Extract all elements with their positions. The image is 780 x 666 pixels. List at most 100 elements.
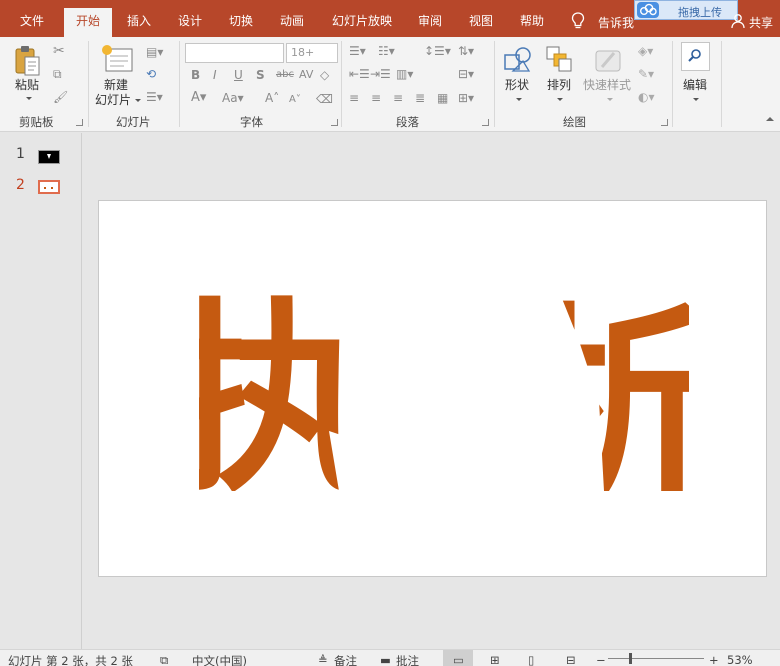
layout-icon[interactable]: ▤▾: [146, 45, 163, 59]
zoom-slider-thumb[interactable]: [629, 653, 632, 664]
shapes-icon[interactable]: [503, 45, 533, 73]
text-direction-icon[interactable]: ⇅▾: [458, 44, 474, 58]
new-slide-icon[interactable]: [100, 44, 134, 74]
shadow-button[interactable]: S: [256, 68, 265, 82]
character-spacing-button[interactable]: AV: [299, 68, 313, 82]
paste-button-label[interactable]: 粘贴: [15, 78, 39, 92]
strikethrough-button[interactable]: abc: [276, 68, 294, 82]
zoom-slider-track[interactable]: [608, 658, 704, 659]
spelling-check-icon[interactable]: ⧉: [160, 653, 168, 666]
new-slide-label-line2[interactable]: 幻灯片: [95, 93, 131, 107]
slide-thumbnail-2[interactable]: [38, 180, 60, 194]
tell-me-label[interactable]: 告诉我: [598, 14, 634, 31]
shape-outline-icon[interactable]: ✎▾: [638, 67, 654, 81]
distributed-icon[interactable]: ▦: [437, 91, 448, 105]
font-size-combo[interactable]: 18+: [286, 43, 338, 63]
drawing-launcher[interactable]: [661, 119, 668, 126]
align-center-icon[interactable]: ≡: [371, 91, 381, 105]
slide-character-right[interactable]: 析: [514, 287, 719, 525]
slide-count-status: 幻灯片 第 2 张，共 2 张: [8, 654, 133, 666]
font-name-combo[interactable]: [185, 43, 284, 63]
comments-button[interactable]: 批注: [396, 653, 419, 666]
cloud-icon: [637, 2, 659, 18]
decrease-indent-icon[interactable]: ⇤☰: [349, 67, 370, 81]
upload-button[interactable]: 拖拽上传: [634, 0, 738, 20]
zoom-level[interactable]: 53%: [727, 653, 753, 666]
shrink-font-icon[interactable]: A˅: [289, 93, 301, 107]
align-right-icon[interactable]: ≡: [393, 91, 403, 105]
new-slide-dropdown-caret[interactable]: [135, 99, 141, 102]
slide-sorter-icon[interactable]: ⊞: [490, 653, 500, 666]
tab-slideshow[interactable]: 幻灯片放映: [323, 8, 401, 37]
reset-icon[interactable]: ⟲: [146, 67, 156, 81]
italic-button[interactable]: I: [213, 68, 217, 82]
lightbulb-icon[interactable]: [571, 12, 585, 30]
tab-insert[interactable]: 插入: [115, 8, 163, 37]
zoom-in-button[interactable]: +: [709, 653, 719, 666]
clear-format-icon[interactable]: ◇: [320, 68, 329, 82]
normal-view-icon: ▭: [453, 653, 464, 666]
underline-button[interactable]: U: [234, 68, 243, 82]
share-label[interactable]: 共享: [749, 14, 773, 31]
eraser-icon[interactable]: ⌫: [316, 92, 333, 106]
paste-dropdown-caret[interactable]: [26, 97, 32, 100]
language-status[interactable]: 中文(中国): [192, 653, 247, 666]
tab-design[interactable]: 设计: [166, 8, 214, 37]
quick-styles-caret[interactable]: [607, 98, 613, 101]
notes-icon[interactable]: ≜: [318, 653, 328, 666]
arrange-button-label[interactable]: 排列: [547, 78, 571, 92]
notes-button[interactable]: 备注: [334, 653, 357, 666]
comments-icon[interactable]: ▬: [380, 653, 391, 666]
section-icon[interactable]: ☰▾: [146, 90, 163, 104]
tab-review[interactable]: 审阅: [406, 8, 454, 37]
paragraph-launcher[interactable]: [482, 119, 489, 126]
arrange-icon[interactable]: [545, 45, 573, 73]
collapse-ribbon-icon[interactable]: [766, 117, 774, 121]
reading-view-icon[interactable]: ▯: [528, 653, 534, 666]
format-painter-icon[interactable]: 🖌: [53, 90, 68, 104]
shapes-dropdown-caret[interactable]: [516, 98, 522, 101]
copy-icon[interactable]: ⧉: [53, 67, 62, 81]
shape-fill-icon[interactable]: ◈▾: [638, 44, 653, 58]
paste-icon[interactable]: [13, 44, 43, 78]
justify-icon[interactable]: ≣: [415, 91, 425, 105]
slideshow-icon[interactable]: ⊟: [566, 653, 576, 666]
quick-styles-icon[interactable]: [594, 45, 624, 75]
tab-home[interactable]: 开始: [64, 8, 112, 37]
align-left-icon[interactable]: ≡: [349, 91, 359, 105]
bold-button[interactable]: B: [191, 68, 200, 82]
bullets-icon[interactable]: ☰▾: [349, 44, 366, 58]
tab-transitions[interactable]: 切换: [217, 8, 265, 37]
numbering-icon[interactable]: ☷▾: [378, 44, 395, 58]
slide-thumbnail-1[interactable]: [38, 150, 60, 164]
tab-animations[interactable]: 动画: [268, 8, 316, 37]
slide-canvas[interactable]: 执 析: [98, 200, 767, 577]
tab-view[interactable]: 视图: [457, 8, 505, 37]
shapes-button-label[interactable]: 形状: [505, 78, 529, 92]
change-case-icon[interactable]: Aa▾: [222, 91, 244, 105]
clipboard-launcher[interactable]: [76, 119, 83, 126]
paragraph-group-label: 段落: [396, 115, 419, 129]
columns-icon[interactable]: ▥▾: [396, 67, 413, 81]
tab-help[interactable]: 帮助: [508, 8, 556, 37]
arrange-dropdown-caret[interactable]: [557, 98, 563, 101]
line-spacing-icon[interactable]: ↕☰▾: [424, 44, 451, 58]
slide-character-left[interactable]: 执: [167, 282, 372, 520]
editing-search-box[interactable]: [681, 42, 710, 71]
shape-effects-icon[interactable]: ◐▾: [638, 90, 655, 104]
cut-icon[interactable]: ✂: [53, 44, 65, 58]
zoom-out-button[interactable]: −: [596, 653, 606, 666]
editing-button-label[interactable]: 编辑: [683, 78, 707, 92]
increase-indent-icon[interactable]: ⇥☰: [370, 67, 391, 81]
font-launcher[interactable]: [331, 119, 338, 126]
person-icon[interactable]: [731, 13, 745, 29]
new-slide-label-line1[interactable]: 新建: [104, 78, 128, 92]
font-color-icon[interactable]: A▾: [191, 91, 206, 105]
grow-font-icon[interactable]: A˄: [265, 91, 279, 105]
smartart-icon[interactable]: ⊞▾: [458, 91, 474, 105]
quick-styles-label[interactable]: 快速样式: [583, 78, 631, 92]
align-text-icon[interactable]: ⊟▾: [458, 67, 474, 81]
editing-dropdown-caret[interactable]: [693, 98, 699, 101]
tab-file[interactable]: 文件: [8, 8, 56, 37]
ribbon-home: 粘贴 ✂ ⧉ 🖌 剪贴板 新建 幻灯片 ▤▾ ⟲ ☰▾ 幻灯片 18+ B I …: [0, 37, 780, 132]
